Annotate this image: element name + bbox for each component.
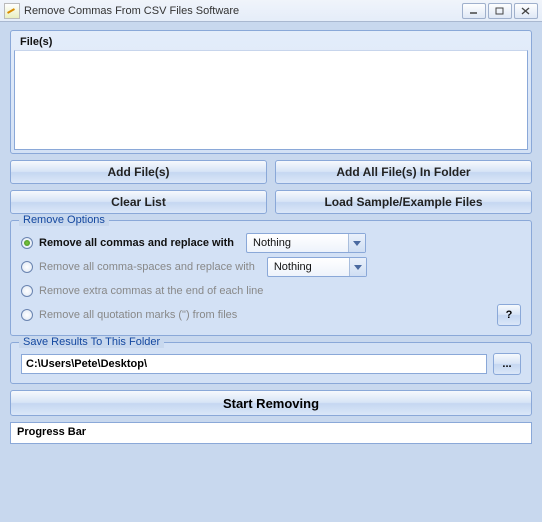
load-sample-button[interactable]: Load Sample/Example Files [275,190,532,214]
save-results-legend: Save Results To This Folder [19,336,164,348]
remove-options-group: Remove Options Remove all commas and rep… [10,220,532,336]
files-panel: File(s) [10,30,532,154]
minimize-button[interactable] [462,3,486,19]
clear-list-button[interactable]: Clear List [10,190,267,214]
option-2-combo-value: Nothing [268,261,349,273]
files-header: File(s) [14,34,528,50]
save-results-group: Save Results To This Folder ... [10,342,532,384]
option-1-combo-value: Nothing [247,237,348,249]
option-3-label: Remove extra commas at the end of each l… [39,285,263,297]
remove-options-legend: Remove Options [19,214,109,226]
chevron-down-icon [349,258,366,276]
add-folder-button[interactable]: Add All File(s) In Folder [275,160,532,184]
close-button[interactable] [514,3,538,19]
option-2-label: Remove all comma-spaces and replace with [39,261,255,273]
option-2-combo[interactable]: Nothing [267,257,367,277]
option-2-radio[interactable] [21,261,33,273]
option-1-combo[interactable]: Nothing [246,233,366,253]
option-1-label: Remove all commas and replace with [39,237,234,249]
option-4-radio[interactable] [21,309,33,321]
option-4-label: Remove all quotation marks (") from file… [39,309,237,321]
start-removing-button[interactable]: Start Removing [10,390,532,416]
option-1-radio[interactable] [21,237,33,249]
help-button[interactable]: ? [497,304,521,326]
save-path-input[interactable] [21,354,487,374]
progress-bar: Progress Bar [10,422,532,444]
option-3-radio[interactable] [21,285,33,297]
app-icon [4,3,20,19]
titlebar: Remove Commas From CSV Files Software [0,0,542,22]
browse-button[interactable]: ... [493,353,521,375]
chevron-down-icon [348,234,365,252]
add-files-button[interactable]: Add File(s) [10,160,267,184]
files-list[interactable] [14,50,528,150]
maximize-button[interactable] [488,3,512,19]
window-title: Remove Commas From CSV Files Software [24,5,462,17]
